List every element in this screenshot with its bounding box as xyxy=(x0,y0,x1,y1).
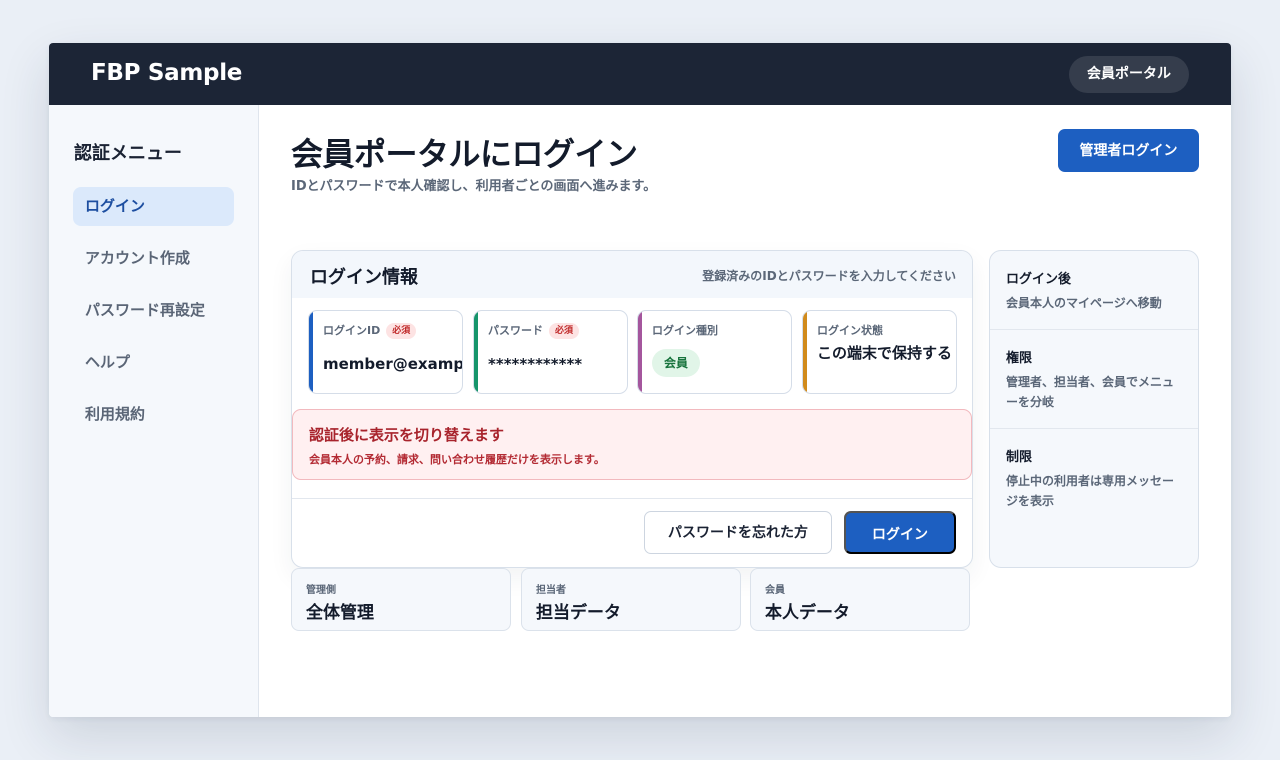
stat-value: 全体管理 xyxy=(306,603,374,623)
alert-title: 認証後に表示を切り替えます xyxy=(309,426,505,444)
portal-badge[interactable]: 会員ポータル xyxy=(1069,56,1189,93)
required-badge: 必須 xyxy=(549,323,580,339)
stat-card-admin: 管理側 全体管理 xyxy=(291,568,511,631)
info-panel: ログイン後 会員本人のマイページへ移動 権限 管理者、担当者、会員でメニューを分… xyxy=(989,250,1199,568)
required-badge: 必須 xyxy=(386,323,417,339)
login-state-field[interactable]: ログイン状態 この端末で保持する xyxy=(802,310,957,394)
info-section-restrictions: 制限 停止中の利用者は専用メッセージを表示 xyxy=(990,429,1198,549)
field-accent-bar xyxy=(638,311,642,393)
sidebar: 認証メニュー ログイン アカウント作成 パスワード再設定 ヘルプ 利用規約 xyxy=(49,105,259,717)
stat-label: 会員 xyxy=(765,585,785,596)
sidebar-title: 認証メニュー xyxy=(74,143,182,164)
sidebar-nav: ログイン アカウント作成 パスワード再設定 ヘルプ 利用規約 xyxy=(73,187,234,447)
login-state-value[interactable]: この端末で保持する xyxy=(817,343,953,363)
login-card-title: ログイン情報 xyxy=(310,267,418,288)
top-bar: FBP Sample 会員ポータル xyxy=(49,43,1231,105)
stat-card-member: 会員 本人データ xyxy=(750,568,970,631)
password-label: パスワード 必須 xyxy=(488,322,580,339)
info-section-after-login: ログイン後 会員本人のマイページへ移動 xyxy=(990,251,1198,330)
login-id-label: ログインID 必須 xyxy=(323,322,417,339)
login-id-value[interactable]: member@example. xyxy=(323,355,462,373)
sidebar-item-password-reset[interactable]: パスワード再設定 xyxy=(73,291,234,330)
login-type-label: ログイン種別 xyxy=(652,324,718,337)
stat-label: 管理側 xyxy=(306,585,336,596)
forgot-password-button[interactable]: パスワードを忘れた方 xyxy=(644,511,832,554)
info-text: 管理者、担当者、会員でメニューを分岐 xyxy=(1006,375,1175,409)
login-card-header: ログイン情報 登録済みのIDとパスワードを入力してください xyxy=(292,251,972,298)
info-title: ログイン後 xyxy=(1006,272,1072,287)
stat-label: 担当者 xyxy=(536,585,566,596)
stat-card-staff: 担当者 担当データ xyxy=(521,568,741,631)
field-accent-bar xyxy=(309,311,313,393)
password-value[interactable]: ************ xyxy=(488,355,582,373)
field-accent-bar xyxy=(474,311,478,393)
sidebar-item-create-account[interactable]: アカウント作成 xyxy=(73,239,234,278)
login-card: ログイン情報 登録済みのIDとパスワードを入力してください ログインID 必須 m… xyxy=(291,250,973,568)
field-accent-bar xyxy=(803,311,807,393)
page-subtitle: IDとパスワードで本人確認し、利用者ごとの画面へ進みます。 xyxy=(291,179,657,194)
member-type-badge[interactable]: 会員 xyxy=(652,349,701,377)
info-section-permissions: 権限 管理者、担当者、会員でメニューを分岐 xyxy=(990,330,1198,429)
login-id-field[interactable]: ログインID必須 member@example. xyxy=(308,310,463,394)
info-text: 停止中の利用者は専用メッセージを表示 xyxy=(1006,474,1175,508)
info-text: 会員本人のマイページへ移動 xyxy=(1006,296,1162,310)
info-title: 権限 xyxy=(1006,351,1033,366)
alert-text: 会員本人の予約、請求、問い合わせ履歴だけを表示します。 xyxy=(309,453,605,466)
stat-value: 本人データ xyxy=(765,603,850,623)
login-button[interactable]: ログイン xyxy=(844,511,956,554)
info-title: 制限 xyxy=(1006,450,1033,465)
stat-value: 担当データ xyxy=(536,603,621,623)
login-state-label: ログイン状態 xyxy=(817,324,883,337)
login-type-field[interactable]: ログイン種別 会員 xyxy=(637,310,792,394)
brand-logo[interactable]: FBP Sample xyxy=(91,60,242,86)
admin-login-button[interactable]: 管理者ログイン xyxy=(1058,129,1199,172)
page-title: 会員ポータルにログイン xyxy=(291,135,638,173)
sidebar-item-terms[interactable]: 利用規約 xyxy=(73,395,234,434)
auth-alert: 認証後に表示を切り替えます 会員本人の予約、請求、問い合わせ履歴だけを表示します… xyxy=(292,409,972,480)
sidebar-item-help[interactable]: ヘルプ xyxy=(73,343,234,382)
password-field[interactable]: パスワード 必須 ************ xyxy=(473,310,628,394)
sidebar-item-login[interactable]: ログイン xyxy=(73,187,234,226)
main-content: 会員ポータルにログイン IDとパスワードで本人確認し、利用者ごとの画面へ進みます… xyxy=(259,105,1231,717)
login-card-hint: 登録済みのIDとパスワードを入力してください xyxy=(702,269,956,283)
app-window: FBP Sample 会員ポータル 認証メニュー ログイン アカウント作成 パス… xyxy=(49,43,1231,717)
card-divider xyxy=(292,498,972,499)
